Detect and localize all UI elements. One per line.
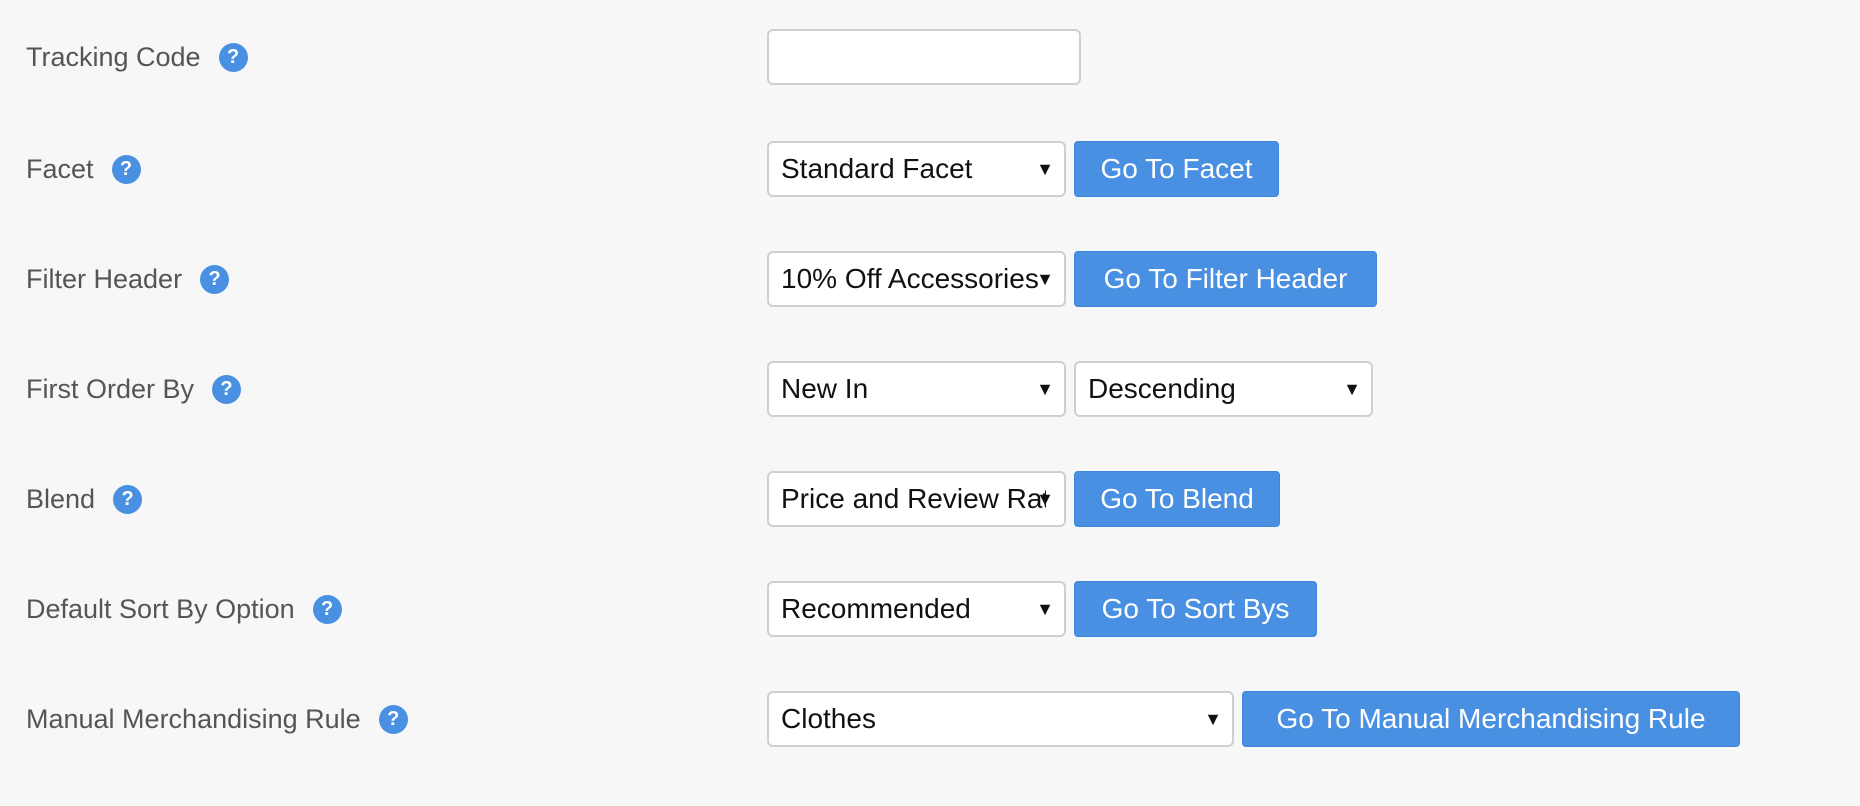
blend-select[interactable]: Price and Review Rating ▼ [767,471,1066,527]
caret-down-icon: ▼ [1204,709,1222,729]
blend-label-group: Blend ? [26,471,143,527]
order-direction-select-value: Descending [1088,373,1236,404]
tracking-code-input[interactable] [767,29,1081,85]
blend-help-icon[interactable]: ? [113,484,143,514]
tracking-code-label: Tracking Code [26,41,201,72]
go-to-blend-button[interactable]: Go To Blend [1074,471,1280,527]
caret-down-icon: ▼ [1036,159,1054,179]
facet-label: Facet [26,153,94,184]
order-direction-select[interactable]: Descending ▼ [1074,361,1373,417]
filter-header-select[interactable]: 10% Off Accessories ▼ [767,251,1066,307]
go-to-sort-bys-button[interactable]: Go To Sort Bys [1074,581,1317,637]
facet-help-icon[interactable]: ? [111,154,141,184]
tracking-code-row: Tracking Code ? [0,29,1860,85]
filter-header-help-icon[interactable]: ? [200,264,230,294]
go-to-manual-merch-rule-button[interactable]: Go To Manual Merchandising Rule [1242,691,1740,747]
default-sort-by-select-value: Recommended [781,593,971,624]
blend-row: Blend ? Price and Review Rating ▼ Go To … [0,471,1860,527]
caret-down-icon: ▼ [1036,269,1054,289]
facet-select-value: Standard Facet [781,153,973,184]
manual-merch-rule-select[interactable]: Clothes ▼ [767,691,1234,747]
first-order-by-row: First Order By ? New In ▼ Descending ▼ [0,361,1860,417]
manual-merch-rule-help-icon[interactable]: ? [378,704,408,734]
default-sort-by-row: Default Sort By Option ? Recommended ▼ G… [0,581,1860,637]
default-sort-by-label: Default Sort By Option [26,593,295,624]
manual-merch-rule-label-group: Manual Merchandising Rule ? [26,691,408,747]
default-sort-by-label-group: Default Sort By Option ? [26,581,342,637]
filter-header-label: Filter Header [26,263,183,294]
blend-label: Blend [26,483,96,514]
first-order-by-help-icon[interactable]: ? [212,374,242,404]
filter-header-row: Filter Header ? 10% Off Accessories ▼ Go… [0,251,1860,307]
manual-merch-rule-select-value: Clothes [781,703,876,734]
default-sort-by-select[interactable]: Recommended ▼ [767,581,1066,637]
go-to-filter-header-button[interactable]: Go To Filter Header [1074,251,1377,307]
tracking-code-label-group: Tracking Code ? [26,29,248,85]
filter-header-select-value: 10% Off Accessories [781,263,1039,294]
first-order-by-label: First Order By [26,373,195,404]
caret-down-icon: ▼ [1036,379,1054,399]
facet-select[interactable]: Standard Facet ▼ [767,141,1066,197]
manual-merch-rule-row: Manual Merchandising Rule ? Clothes ▼ Go… [0,691,1860,747]
tracking-code-help-icon[interactable]: ? [218,42,248,72]
filter-header-label-group: Filter Header ? [26,251,230,307]
first-order-by-label-group: First Order By ? [26,361,242,417]
first-order-by-select[interactable]: New In ▼ [767,361,1066,417]
blend-select-value: Price and Review Rating [781,483,1046,514]
manual-merch-rule-label: Manual Merchandising Rule [26,703,361,734]
first-order-by-select-value: New In [781,373,869,404]
settings-form: Tracking Code ? Facet ? Standard Facet ▼… [0,0,1860,806]
default-sort-by-help-icon[interactable]: ? [312,594,342,624]
caret-down-icon: ▼ [1036,489,1054,509]
go-to-facet-button[interactable]: Go To Facet [1074,141,1279,197]
caret-down-icon: ▼ [1036,599,1054,619]
caret-down-icon: ▼ [1343,379,1361,399]
facet-row: Facet ? Standard Facet ▼ Go To Facet [0,141,1860,197]
facet-label-group: Facet ? [26,141,141,197]
